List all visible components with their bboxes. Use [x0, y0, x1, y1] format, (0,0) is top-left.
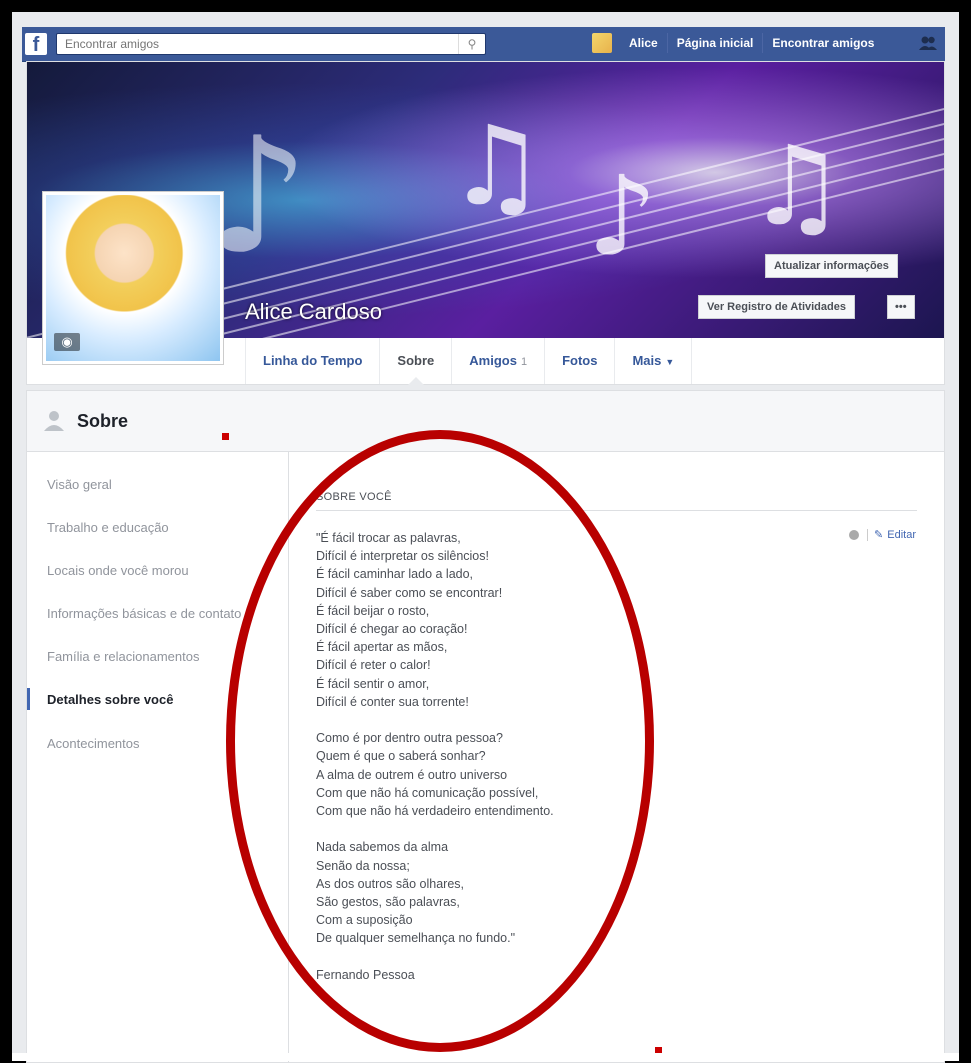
profile-picture[interactable]: ◉ [42, 191, 224, 365]
activity-log-button[interactable]: Ver Registro de Atividades [698, 295, 855, 319]
sidebar-item-family[interactable]: Família e relacionamentos [47, 649, 199, 664]
divider [867, 528, 869, 541]
edit-link[interactable]: Editar [887, 529, 916, 541]
friend-requests-icon[interactable] [919, 35, 937, 51]
nav-find-friends-link[interactable]: Encontrar amigos [763, 33, 883, 53]
sidebar-item-places[interactable]: Locais onde você morou [47, 563, 189, 578]
search-box[interactable]: ⚲ [56, 33, 486, 55]
tab-label: Sobre [397, 353, 435, 368]
tab-photos[interactable]: Fotos [545, 338, 616, 384]
about-header: Sobre [27, 391, 944, 452]
about-sidebar: Visão geral Trabalho e educação Locais o… [27, 452, 289, 1062]
tab-about[interactable]: Sobre [380, 338, 453, 384]
camera-icon[interactable]: ◉ [54, 333, 80, 351]
profile-image: ◉ [46, 195, 220, 361]
tab-label: Amigos [469, 353, 517, 368]
more-options-button[interactable]: ••• [887, 295, 915, 319]
sidebar-item-contact-info[interactable]: Informações básicas e de contato [47, 606, 241, 621]
friends-count: 1 [520, 356, 528, 368]
profile-name[interactable]: Alice Cardoso [245, 299, 382, 325]
sidebar-item-overview[interactable]: Visão geral [47, 477, 112, 492]
search-icon[interactable]: ⚲ [458, 34, 485, 54]
music-note-icon: ♪ [587, 152, 658, 280]
profile-tabs: Linha do Tempo Sobre Amigos 1 Fotos Mais ▼ [245, 338, 693, 384]
about-text: "É fácil trocar as palavras, Difícil é i… [316, 531, 554, 982]
nav-links: Alice Página inicial Encontrar amigos [592, 33, 883, 53]
profile-header: ♫ ♪ ♫ ♪ Alice Cardoso Atualizar informaç… [26, 61, 945, 385]
facebook-logo-icon[interactable]: f [25, 33, 47, 56]
search-input[interactable] [57, 34, 473, 54]
chevron-down-icon: ▼ [665, 357, 675, 367]
tab-label: Fotos [562, 353, 598, 368]
about-panel: Sobre Visão geral Trabalho e educação Lo… [26, 390, 945, 1063]
person-icon [43, 409, 65, 431]
active-indicator [27, 688, 30, 710]
tab-friends[interactable]: Amigos 1 [452, 338, 546, 384]
tab-timeline[interactable]: Linha do Tempo [245, 338, 381, 384]
sidebar-item-details[interactable]: Detalhes sobre você [47, 692, 173, 707]
tab-more[interactable]: Mais ▼ [615, 338, 693, 384]
top-bar: f ⚲ Alice Página inicial Encontrar amigo… [22, 27, 945, 62]
globe-icon[interactable] [849, 529, 860, 540]
music-note-icon: ♫ [447, 102, 546, 230]
update-info-button[interactable]: Atualizar informações [765, 254, 898, 278]
annotation-mark [222, 433, 229, 440]
about-title: Sobre [77, 411, 129, 431]
edit-control[interactable]: ✎ Editar [849, 528, 916, 541]
tab-label: Linha do Tempo [263, 353, 363, 368]
tab-label: Mais [632, 353, 662, 368]
sidebar-item-work-education[interactable]: Trabalho e educação [47, 520, 169, 535]
nav-user-name[interactable]: Alice [620, 33, 668, 53]
user-avatar[interactable] [592, 33, 612, 53]
section-divider [316, 510, 917, 511]
pencil-icon: ✎ [874, 529, 884, 541]
bottom-strip [12, 1053, 959, 1061]
sidebar-item-life-events[interactable]: Acontecimentos [47, 736, 140, 751]
about-content: SOBRE VOCÊ "É fácil trocar as palavras, … [289, 452, 944, 1062]
music-note-icon: ♫ [747, 122, 846, 250]
section-title: SOBRE VOCÊ [316, 491, 392, 503]
nav-home-link[interactable]: Página inicial [668, 33, 764, 53]
